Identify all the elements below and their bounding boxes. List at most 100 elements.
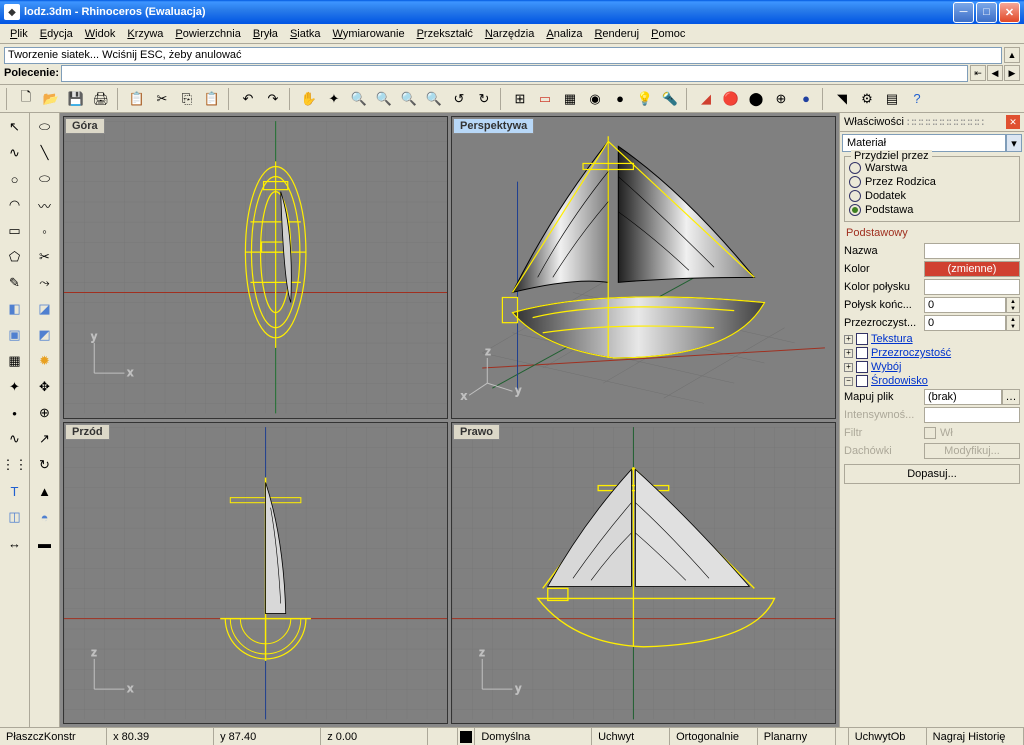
redo-view-icon[interactable]: ↻	[473, 88, 495, 110]
undo-icon[interactable]: ↶	[237, 88, 259, 110]
zoom-selected-icon[interactable]: 🔍	[423, 88, 445, 110]
command-input[interactable]	[61, 65, 968, 82]
pointer-icon[interactable]: ↖	[3, 115, 27, 139]
line-icon[interactable]: ╲	[33, 141, 57, 165]
osnap-toggle[interactable]: UchwytOb	[849, 728, 927, 745]
expand-wyboj[interactable]: +	[844, 363, 853, 372]
transform-icon[interactable]: ✦	[3, 375, 27, 399]
radio-dodatek[interactable]	[849, 190, 861, 202]
panel-close-icon[interactable]: ✕	[1006, 115, 1020, 129]
options-icon[interactable]: ◥	[831, 88, 853, 110]
zoom-window-icon[interactable]: 🔍	[373, 88, 395, 110]
ortho-toggle[interactable]: Ortogonalnie	[670, 728, 758, 745]
point-icon[interactable]: •	[3, 401, 27, 425]
viewport-right-label[interactable]: Prawo	[453, 424, 500, 440]
minimize-button[interactable]: ─	[953, 2, 974, 23]
link-tekstura[interactable]: Tekstura	[871, 333, 913, 345]
pan-icon[interactable]: ✋	[298, 88, 320, 110]
link-wyboj[interactable]: Wybój	[871, 361, 901, 373]
control-point-icon[interactable]: ◦	[33, 219, 57, 243]
menu-przeksztalc[interactable]: Przekształć	[411, 26, 479, 42]
groundplane-icon[interactable]: ▬	[33, 531, 57, 555]
expand-tekstura[interactable]: +	[844, 335, 853, 344]
paste-icon[interactable]: 📋	[201, 88, 223, 110]
menu-wymiarowanie[interactable]: Wymiarowanie	[327, 26, 411, 42]
curve-edit-icon[interactable]: ✎	[3, 271, 27, 295]
help-icon[interactable]: ?	[906, 88, 928, 110]
viewport-perspective[interactable]: Perspektywa	[451, 116, 836, 419]
4view-icon[interactable]: ⊞	[509, 88, 531, 110]
browse-button[interactable]: …	[1002, 389, 1020, 405]
close-button[interactable]: ✕	[999, 2, 1020, 23]
viewport-perspective-label[interactable]: Perspektywa	[453, 118, 534, 134]
copy-tool-icon[interactable]: ⊕	[33, 401, 57, 425]
panel-grip[interactable]: ∷∷∷∷∷∷∷∷∷∷∷	[904, 116, 1006, 129]
redo-icon[interactable]: ↷	[262, 88, 284, 110]
mesh-icon[interactable]: ▦	[3, 349, 27, 373]
loft-icon[interactable]: ◩	[33, 323, 57, 347]
rotate2d-icon[interactable]: ↻	[33, 453, 57, 477]
collapse-srodowisko[interactable]: −	[844, 377, 853, 386]
maximize-button[interactable]: □	[976, 2, 997, 23]
join-icon[interactable]: ⤳	[33, 271, 57, 295]
expand-przezroczystosc[interactable]: +	[844, 349, 853, 358]
solid-icon[interactable]: ▣	[3, 323, 27, 347]
map-file-input[interactable]: (brak)	[924, 389, 1002, 405]
lightbulb-icon[interactable]: 💡	[634, 88, 656, 110]
cmd-nav-first[interactable]: ⇤	[970, 65, 986, 81]
circle-icon[interactable]: ○	[3, 167, 27, 191]
array-icon[interactable]: ⋮⋮	[3, 453, 27, 477]
extrude-icon[interactable]: ◪	[33, 297, 57, 321]
link-przezroczystosc[interactable]: Przezroczystość	[871, 347, 951, 359]
print-icon[interactable]: 🖨	[90, 88, 112, 110]
menu-renderuj[interactable]: Renderuj	[588, 26, 645, 42]
cut-icon[interactable]: ✂	[151, 88, 173, 110]
cmd-nav-prev[interactable]: ◀	[987, 65, 1003, 81]
planar-toggle[interactable]: Planarny	[758, 728, 836, 745]
surface-icon[interactable]: ◧	[3, 297, 27, 321]
mirror-icon[interactable]: ▲	[33, 479, 57, 503]
menu-analiza[interactable]: Analiza	[540, 26, 588, 42]
menu-edycja[interactable]: Edycja	[34, 26, 79, 42]
viewport-front[interactable]: Przód x z	[63, 422, 448, 725]
checkbox-wyboj[interactable]	[856, 361, 868, 373]
move-icon[interactable]: ✥	[33, 375, 57, 399]
trim-icon[interactable]: ✂	[33, 245, 57, 269]
rotate-icon[interactable]: ✦	[323, 88, 345, 110]
freeform-icon[interactable]: 〰	[33, 193, 57, 217]
menu-bryla[interactable]: Bryła	[247, 26, 284, 42]
menu-plik[interactable]: Plik	[4, 26, 34, 42]
checkbox-srodowisko[interactable]	[856, 375, 868, 387]
save-icon[interactable]: 💾	[65, 88, 87, 110]
radio-przez-rodzica[interactable]	[849, 176, 861, 188]
new-icon[interactable]: 🗋	[15, 88, 37, 110]
analyze-icon[interactable]: ↔	[3, 531, 27, 555]
layer-color-swatch[interactable]	[460, 731, 472, 743]
shade-icon[interactable]: ●	[609, 88, 631, 110]
explode-icon[interactable]: ✹	[33, 349, 57, 373]
properties-icon[interactable]: ⚙	[856, 88, 878, 110]
snap-toggle[interactable]: Uchwyt	[592, 728, 670, 745]
gloss-spinner[interactable]: ▲▼	[1006, 297, 1020, 313]
viewport-front-label[interactable]: Przód	[65, 424, 110, 440]
named-cplane-icon[interactable]: ▦	[559, 88, 581, 110]
arc-icon[interactable]: ◠	[3, 193, 27, 217]
rectangle-icon[interactable]: ▭	[3, 219, 27, 243]
text-icon[interactable]: T	[3, 479, 27, 503]
radio-warstwa[interactable]	[849, 162, 861, 174]
fit-button[interactable]: Dopasuj...	[844, 464, 1020, 484]
wireframe-sphere-icon[interactable]: ⊕	[770, 88, 792, 110]
transparency-input[interactable]: 0	[924, 315, 1006, 331]
menu-krzywa[interactable]: Krzywa	[121, 26, 169, 42]
transparency-spinner[interactable]: ▲▼	[1006, 315, 1020, 331]
layer-name[interactable]: Domyślna	[475, 728, 592, 745]
checkbox-przezroczystosc[interactable]	[856, 347, 868, 359]
ellipse-icon[interactable]: ⬭	[33, 167, 57, 191]
shaded-sphere-icon[interactable]: ●	[795, 88, 817, 110]
menu-powierzchnia[interactable]: Powierzchnia	[169, 26, 246, 42]
zoom-dynamic-icon[interactable]: 🔍	[348, 88, 370, 110]
menu-widok[interactable]: Widok	[79, 26, 122, 42]
polyline-icon[interactable]: ∿	[3, 141, 27, 165]
menu-siatka[interactable]: Siatka	[284, 26, 327, 42]
boolean-icon[interactable]: ◓	[33, 505, 57, 529]
